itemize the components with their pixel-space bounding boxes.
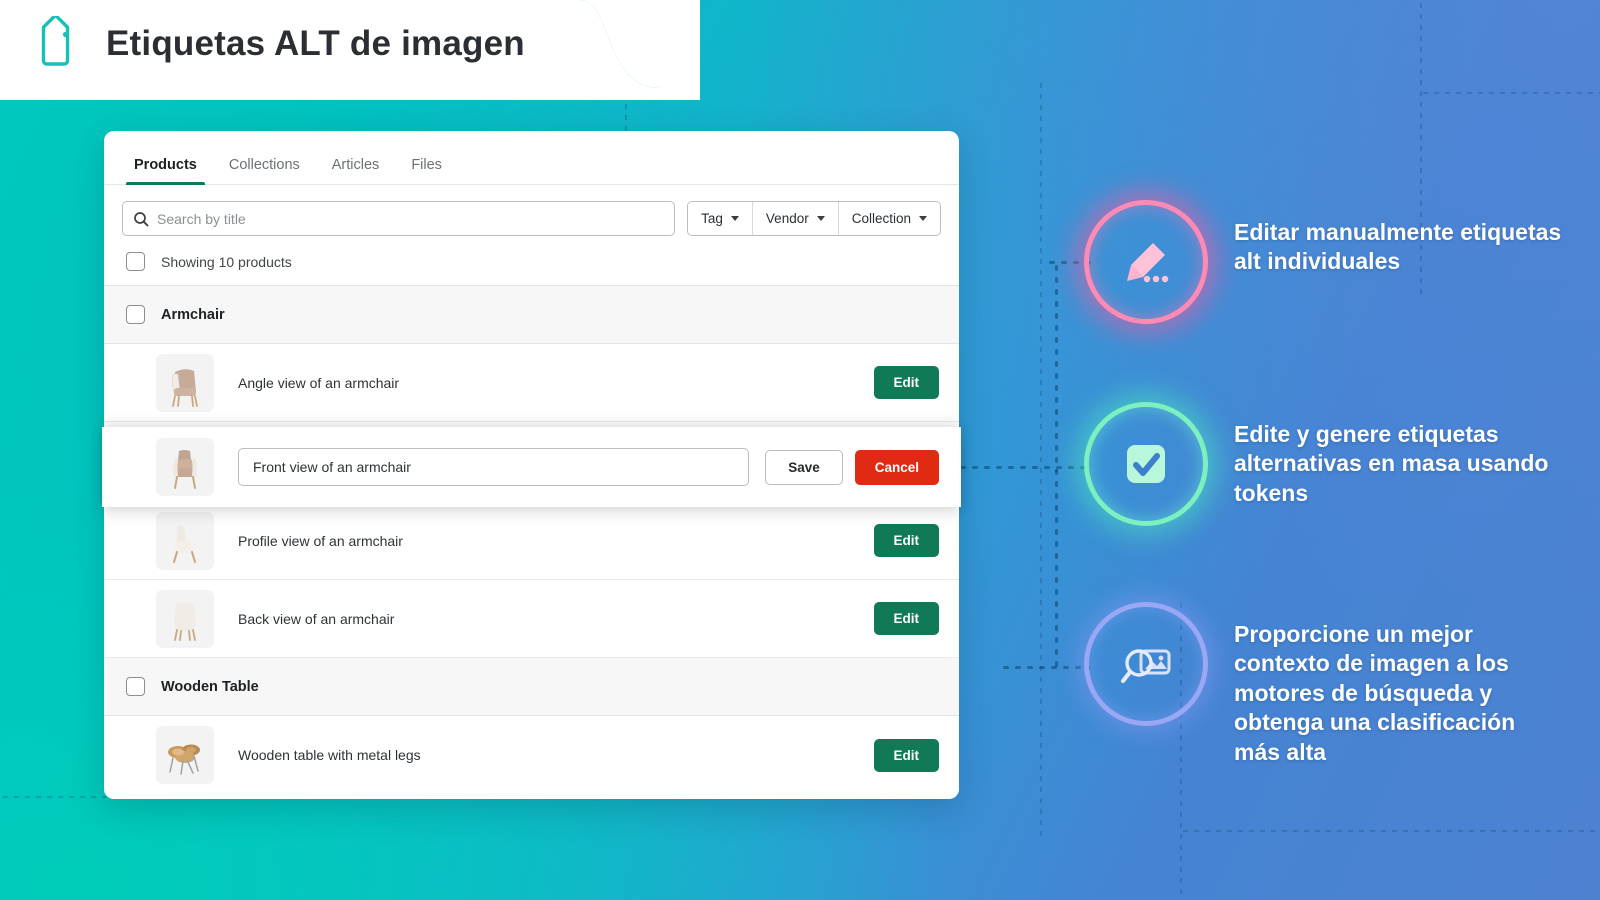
connector-vertical <box>1055 262 1058 472</box>
filter-tag-label: Tag <box>701 211 723 226</box>
decor-dotline-h2 <box>1420 92 1600 94</box>
image-search-icon <box>1120 649 1171 684</box>
group-name-armchair: Armchair <box>161 306 225 323</box>
tag-icon <box>41 16 70 66</box>
alt-text-value: Back view of an armchair <box>238 610 395 627</box>
filter-bar: Tag Vendor Collection <box>104 185 959 246</box>
edit-button[interactable]: Edit <box>873 602 939 635</box>
tab-bar: Products Collections Articles Files <box>104 131 959 185</box>
edit-button[interactable]: Edit <box>873 738 939 772</box>
decor-dotline-h3 <box>1180 830 1600 832</box>
app-card: Products Collections Articles Files Tag <box>102 131 961 799</box>
product-group-header: Wooden Table <box>104 658 959 716</box>
showing-count-label: Showing 10 products <box>161 253 292 270</box>
tab-products[interactable]: Products <box>118 156 213 185</box>
image-row-editing: Save Cancel <box>102 427 961 507</box>
product-group-header: Armchair <box>104 286 959 344</box>
image-row: Angle view of an armchair Edit <box>104 344 959 422</box>
image-row: Profile view of an armchair Edit <box>104 502 959 580</box>
search-icon <box>134 211 149 226</box>
armchair-profile-image <box>156 511 214 570</box>
group-checkbox-armchair[interactable] <box>126 305 145 324</box>
chevron-down-icon <box>816 216 825 221</box>
annotation-badge-seo <box>1084 602 1208 726</box>
filter-segmented-control: Tag Vendor Collection <box>687 201 941 236</box>
group-name-wooden-table: Wooden Table <box>161 678 259 695</box>
annotation-2-text: Edite y genere etiquetas alternativas en… <box>1234 421 1549 506</box>
search-input[interactable] <box>157 202 665 235</box>
annotation-1-text: Editar manualmente etiquetas alt individ… <box>1234 219 1562 275</box>
annotation-1: Editar manualmente etiquetas alt individ… <box>1084 200 1564 324</box>
image-row: Back view of an armchair Edit <box>104 580 959 658</box>
chevron-down-icon <box>730 216 739 221</box>
annotation-badge-edit <box>1084 200 1208 324</box>
armchair-back-image <box>156 589 214 648</box>
tab-collections-label: Collections <box>228 156 300 173</box>
filter-collection-button[interactable]: Collection <box>838 202 940 235</box>
tab-collections[interactable]: Collections <box>213 156 316 185</box>
filter-collection-label: Collection <box>851 211 911 226</box>
select-all-row: Showing 10 products <box>104 246 959 286</box>
filter-vendor-label: Vendor <box>765 211 809 226</box>
pencil-dots-icon <box>1127 243 1169 283</box>
decor-dotline-v1 <box>1040 80 1042 840</box>
product-thumbnail <box>156 438 214 496</box>
chevron-down-icon <box>919 216 927 221</box>
page-title: Etiquetas ALT de imagen <box>106 24 525 63</box>
alt-text-value: Profile view of an armchair <box>238 532 403 549</box>
product-thumbnail <box>156 353 214 412</box>
alt-text-value: Wooden table with metal legs <box>238 747 421 763</box>
header: Etiquetas ALT de imagen <box>0 0 525 88</box>
annotation-3: Proporcione un mejor contexto de imagen … <box>1084 602 1564 767</box>
checkbox-check-icon <box>1127 445 1165 483</box>
product-thumbnail <box>156 726 214 784</box>
tab-articles-label: Articles <box>331 156 380 173</box>
product-thumbnail <box>156 511 214 570</box>
product-thumbnail <box>156 589 214 648</box>
select-all-checkbox[interactable] <box>126 252 145 271</box>
group-checkbox-wooden-table[interactable] <box>126 677 145 696</box>
filter-tag-button[interactable]: Tag <box>688 202 753 235</box>
wooden-table-image <box>156 726 214 784</box>
edit-button[interactable]: Edit <box>873 366 939 399</box>
tab-articles[interactable]: Articles <box>316 156 396 185</box>
save-button[interactable]: Save <box>765 449 843 485</box>
connector-vertical-2 <box>1055 466 1058 671</box>
tab-files-label: Files <box>411 156 442 173</box>
armchair-angle-image <box>156 353 214 412</box>
annotation-badge-bulk <box>1084 402 1208 526</box>
alt-text-value: Angle view of an armchair <box>238 374 400 391</box>
annotation-2: Edite y genere etiquetas alternativas en… <box>1084 402 1564 526</box>
image-row: Wooden table with metal legs Edit <box>104 716 959 794</box>
annotation-3-text: Proporcione un mejor contexto de imagen … <box>1234 621 1516 765</box>
filter-vendor-button[interactable]: Vendor <box>752 202 839 235</box>
armchair-front-image <box>156 438 214 496</box>
tab-products-label: Products <box>134 156 197 173</box>
cancel-button[interactable]: Cancel <box>854 449 939 485</box>
alt-text-input[interactable] <box>238 448 750 486</box>
connector-to-badge-3 <box>1000 666 1090 669</box>
search-box[interactable] <box>122 201 676 236</box>
edit-button[interactable]: Edit <box>873 524 939 557</box>
connector-to-badge-2 <box>945 466 1090 469</box>
tab-files[interactable]: Files <box>395 156 458 185</box>
